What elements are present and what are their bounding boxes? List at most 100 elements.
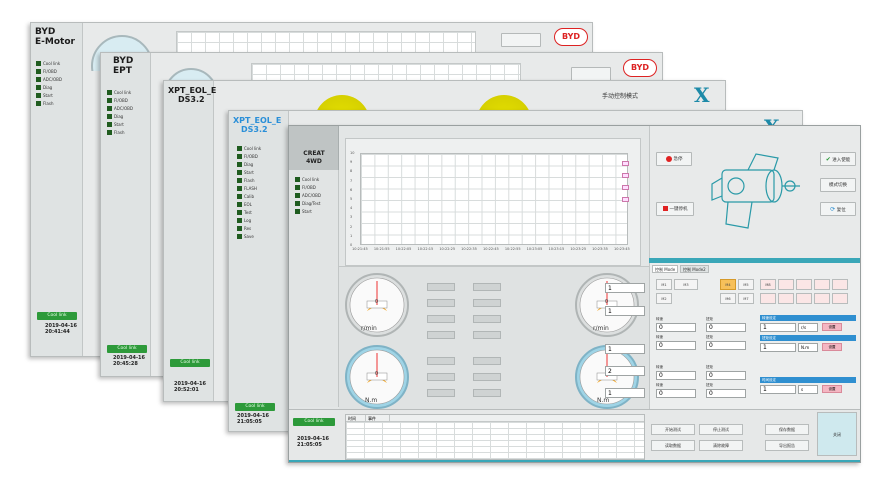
mode-button[interactable]: M6	[720, 293, 736, 304]
mode-button[interactable]	[778, 293, 794, 304]
nav-list: Cool link FI/OBD ADC/OBD Diag/Test Start	[295, 176, 321, 216]
toolbar-button[interactable]	[571, 67, 611, 81]
nav-item[interactable]: Diag	[36, 84, 62, 91]
x-tick-label: 10:22:45	[483, 247, 499, 251]
set-input[interactable]: 1	[760, 385, 796, 394]
set-input[interactable]: 1	[760, 343, 796, 352]
action-button[interactable]: 读取数据	[651, 440, 695, 451]
set-unit: s	[798, 385, 818, 394]
mid-field	[427, 299, 455, 307]
one-key-stop-button[interactable]: 一键停机	[656, 202, 694, 216]
gauge-unit: r/min	[593, 325, 609, 332]
action-button[interactable]: 开始测试	[651, 424, 695, 435]
nav-item[interactable]: Start	[36, 92, 62, 99]
datetime: 2019-04-16 20:52:01	[174, 381, 206, 393]
mode-button[interactable]	[832, 293, 848, 304]
emergency-stop-button[interactable]: 急停	[656, 152, 692, 166]
enable-button[interactable]: ✔ 进入使能	[820, 152, 856, 166]
nav-item[interactable]: Cool link	[237, 145, 261, 152]
nav-item[interactable]: Flash	[107, 129, 133, 136]
mode-button[interactable]	[778, 279, 794, 290]
mode-button[interactable]: M5	[738, 279, 754, 290]
log-table[interactable]: 时间 事件	[345, 414, 645, 460]
tab-mode-1[interactable]: 控制 Mode	[652, 265, 679, 273]
mid-field	[427, 315, 455, 323]
status-badge: Cool link	[293, 418, 335, 426]
nav-item[interactable]: Diag	[107, 113, 133, 120]
x-tick-label: 10:23:15	[548, 247, 565, 251]
action-button[interactable]: 导出报告	[765, 440, 809, 451]
nav-item[interactable]: Diag	[237, 161, 261, 168]
x-tick-label: 10:22:15	[417, 247, 434, 251]
toolbar-button[interactable]	[501, 33, 541, 47]
y-tick-label: 4	[350, 206, 353, 211]
mode-button[interactable]: M1	[656, 279, 672, 290]
mid-field	[427, 373, 455, 381]
nav-item[interactable]: Start	[295, 208, 321, 215]
mode-button[interactable]	[832, 279, 848, 290]
nav-item[interactable]: EOL	[237, 201, 261, 208]
tab-mode-2[interactable]: 控制 Mode2	[680, 265, 709, 273]
mode-button[interactable]	[760, 293, 776, 304]
nav-item[interactable]: FLASH	[237, 185, 261, 192]
mode-button[interactable]: M2	[656, 293, 672, 304]
nav-item[interactable]: Cool link	[295, 176, 321, 183]
set-header: 扭矩设定	[760, 335, 856, 341]
gauge-unit: N.m	[597, 397, 610, 404]
nav-item[interactable]: ADC/OBD	[36, 76, 62, 83]
nav-item[interactable]: Test	[237, 209, 261, 216]
status-badge: Cool link	[235, 403, 275, 411]
control-panel: 控制 Mode 控制 Mode2 M1 M2 M3 M4 M5 M6 M7 M8…	[649, 263, 860, 409]
nav-item[interactable]: Diag/Test	[295, 200, 321, 207]
nav-item[interactable]: Flash	[36, 100, 62, 107]
set-input[interactable]: 1	[760, 323, 796, 332]
nav-item[interactable]: ADC/OBD	[107, 105, 133, 112]
nav-item[interactable]: Save	[237, 233, 261, 240]
set-button[interactable]: 设置	[822, 323, 842, 331]
mid-field	[473, 373, 501, 381]
readout-box: 1	[605, 283, 645, 293]
mid-field	[427, 357, 455, 365]
nav-item[interactable]: ADC/OBD	[295, 192, 321, 199]
nav-item[interactable]: Flash	[237, 177, 261, 184]
nav-item[interactable]: FI/OBD	[295, 184, 321, 191]
mid-field	[473, 299, 501, 307]
nav-item[interactable]: Log	[237, 217, 261, 224]
x-tick-label: 10:23:25	[570, 247, 587, 251]
mode-button[interactable]: M3	[674, 279, 698, 290]
stop-square-icon	[662, 206, 668, 211]
y-tick-label: 3	[350, 215, 353, 220]
mode-button[interactable]: M7	[738, 293, 754, 304]
set-button[interactable]: 设置	[822, 343, 842, 351]
nav-item[interactable]: FI/OBD	[107, 97, 133, 104]
mode-button[interactable]: M8	[760, 279, 776, 290]
mode-button[interactable]	[796, 279, 812, 290]
nav-item[interactable]: Start	[107, 121, 133, 128]
gauge-value: 0	[375, 371, 379, 377]
reset-button[interactable]: ⟳ 复位	[820, 202, 856, 216]
close-button[interactable]: 关闭	[817, 412, 857, 456]
nav-item[interactable]: Calib	[237, 193, 261, 200]
value-field: 0	[706, 323, 746, 332]
action-button[interactable]: 清除故障	[699, 440, 743, 451]
mode-button[interactable]	[796, 293, 812, 304]
set-button[interactable]: 设置	[822, 385, 842, 393]
datetime: 2019-04-16 20:45:28	[113, 355, 145, 367]
mode-button-active[interactable]: M4	[720, 279, 736, 290]
mode-button[interactable]	[814, 279, 830, 290]
mid-field	[427, 331, 455, 339]
nav-item[interactable]: FI/OBD	[237, 153, 261, 160]
action-button[interactable]: 保存数据	[765, 424, 809, 435]
time-graph: 10 9 8 7 6 5 4 3 2 1 0 10:21:45 10:21:55 10:22:05 10:…	[345, 138, 641, 266]
nav-item[interactable]: Start	[237, 169, 261, 176]
nav-item[interactable]: Cool link	[36, 60, 62, 67]
mode-button[interactable]	[814, 293, 830, 304]
nav-item[interactable]: FI/OBD	[36, 68, 62, 75]
mid-field	[427, 389, 455, 397]
action-button[interactable]: 停止测试	[699, 424, 743, 435]
legend-swatch	[622, 161, 629, 166]
nav-item[interactable]: Cool link	[107, 89, 133, 96]
nav-item[interactable]: Res	[237, 225, 261, 232]
mode-switch-button[interactable]: 模式切换	[820, 178, 856, 192]
bottom-panel: Cool link 2019-04-16 21:05:05 时间 事件 开始测试 …	[289, 409, 860, 462]
